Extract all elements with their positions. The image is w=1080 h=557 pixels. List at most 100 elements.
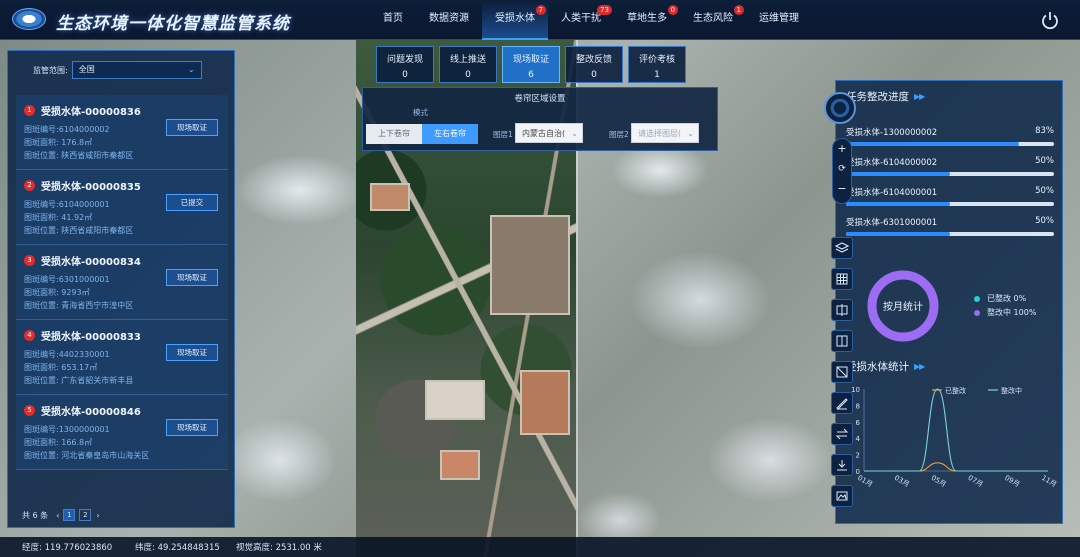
task-card-title: 3 受损水体-00000834 xyxy=(24,253,228,268)
workflow-tabs: 问题发现 0 线上推送 0 现场取证 6 整改反馈 0 评价考核 1 xyxy=(376,46,691,83)
nav-item-data-resources[interactable]: 数据资源 xyxy=(416,0,482,40)
zoom-in-icon[interactable]: + xyxy=(833,139,851,159)
x-tick-label: 01月 xyxy=(856,474,874,489)
task-cards: 1 受损水体-00000836 图斑编号:6104000002 图斑面积: 176… xyxy=(16,95,228,470)
task-card[interactable]: 2 受损水体-00000835 图斑编号:6104000001 图斑面积: 41.… xyxy=(16,170,228,245)
legend-label: 整改中 xyxy=(1001,386,1022,395)
building xyxy=(440,450,480,480)
nav-item-eco-risk[interactable]: 生态风险 1 xyxy=(680,0,746,40)
task-card[interactable]: 5 受损水体-00000846 图斑编号:1300000001 图斑面积: 166… xyxy=(16,395,228,470)
system-logo-icon xyxy=(12,8,46,30)
layer2-select[interactable]: 请选择图层(⌄ xyxy=(631,123,699,143)
task-card-location: 图斑位置: 青海省西宁市湟中区 xyxy=(24,301,134,310)
layer1-label: 图层1 xyxy=(493,130,513,139)
water-stats-line-chart: 024681001月 03月 05月 07月 09月 11月已整改 整改中 xyxy=(851,386,1058,489)
layer1-select[interactable]: 内蒙古自治(⌄ xyxy=(515,123,583,143)
field-evidence-button[interactable]: 现场取证 xyxy=(166,419,218,436)
nav-badge: 7 xyxy=(535,5,546,15)
field-evidence-button[interactable]: 现场取证 xyxy=(166,119,218,136)
tab-discovery[interactable]: 问题发现 0 xyxy=(376,46,434,83)
nav-item-ops[interactable]: 运维管理 xyxy=(746,0,812,40)
latitude-readout: 纬度: 49.254848315 xyxy=(135,543,220,553)
measure-icon[interactable] xyxy=(831,392,853,414)
nav-item-damaged-water[interactable]: 受损水体 7 xyxy=(482,0,548,40)
status-bar: 经度: 119.776023860 纬度: 49.254848315 视觉高度:… xyxy=(0,537,1080,557)
nav-badge: 0 xyxy=(667,5,678,15)
crop-icon[interactable] xyxy=(831,361,853,383)
layers-icon[interactable] xyxy=(831,237,853,259)
download-icon[interactable] xyxy=(831,454,853,476)
power-icon[interactable] xyxy=(1040,10,1060,30)
mode-label: 模式 xyxy=(413,108,428,117)
swipe-settings-title: 卷帘区域设置 xyxy=(514,94,566,104)
legend-rectifying: 整改中 100% xyxy=(974,307,1036,318)
split-view-icon[interactable] xyxy=(831,330,853,352)
chevron-down-icon: ⌄ xyxy=(188,65,195,74)
nav-item-grassland[interactable]: 草地生多 0 xyxy=(614,0,680,40)
swap-icon[interactable] xyxy=(831,423,853,445)
building xyxy=(490,215,570,315)
swipe-horizontal-icon[interactable] xyxy=(831,299,853,321)
x-tick-label: 09月 xyxy=(1003,474,1021,489)
prev-page-icon[interactable]: ‹ xyxy=(56,511,59,520)
pagination: 共 6 条 ‹ 1 2 › xyxy=(22,509,100,521)
task-card-area: 图斑面积: 653.17㎡ xyxy=(24,363,98,372)
building xyxy=(520,370,570,435)
task-card-title: 5 受损水体-00000846 xyxy=(24,403,228,418)
stats-panel: 任务整改进度 ▶▶ 受损水体-1300000002 83% 受损水体-6104000… xyxy=(835,80,1063,524)
compass-icon[interactable] xyxy=(824,92,856,124)
x-tick-label: 05月 xyxy=(930,474,948,489)
progress-section-title: 任务整改进度 ▶▶ xyxy=(846,91,925,103)
task-card-title: 2 受损水体-00000835 xyxy=(24,178,228,193)
page-1[interactable]: 1 xyxy=(63,509,76,521)
y-tick-label: 6 xyxy=(856,419,861,427)
task-card-area: 图斑面积: 166.8㎡ xyxy=(24,438,93,447)
scope-select[interactable]: 全国 ⌄ xyxy=(71,61,202,79)
mode-updown-button[interactable]: 上下卷帘 xyxy=(366,124,422,144)
zoom-control: + ⟳ − xyxy=(832,138,852,204)
grid-icon[interactable] xyxy=(831,268,853,290)
task-card-location: 图斑位置: 河北省秦皇岛市山海关区 xyxy=(24,451,150,460)
nav-item-human-interference[interactable]: 人类干扰 73 xyxy=(548,0,614,40)
building xyxy=(370,183,410,211)
tab-evaluation[interactable]: 评价考核 1 xyxy=(628,46,686,83)
altitude-readout: 视觉高度: 2531.00 米 xyxy=(236,543,322,553)
mode-buttons: 上下卷帘 左右卷帘 xyxy=(366,124,478,144)
top-header: 生态环境一体化智慧监管系统 首页 数据资源 受损水体 7 人类干扰 73 草地生多 0… xyxy=(0,0,1080,40)
x-tick-label: 07月 xyxy=(967,474,985,489)
chevron-down-icon: ⌄ xyxy=(687,129,694,138)
task-card-area: 图斑面积: 9293㎡ xyxy=(24,288,90,297)
mode-leftright-button[interactable]: 左右卷帘 xyxy=(422,124,478,144)
task-card-title: 1 受损水体-00000836 xyxy=(24,103,228,118)
tab-field-evidence[interactable]: 现场取证 6 xyxy=(502,46,560,83)
donut-label: 按月统计 xyxy=(883,302,923,313)
task-card-location: 图斑位置: 陕西省咸阳市秦都区 xyxy=(24,151,134,160)
y-tick-label: 4 xyxy=(856,435,861,443)
task-card[interactable]: 3 受损水体-00000834 图斑编号:6301000001 图斑面积: 929… xyxy=(16,245,228,320)
page-2[interactable]: 2 xyxy=(79,509,92,521)
field-evidence-button[interactable]: 现场取证 xyxy=(166,344,218,361)
nav-badge: 73 xyxy=(597,5,612,15)
progress-item: 受损水体-6301000001 50% xyxy=(846,216,1054,236)
reset-view-icon[interactable]: ⟳ xyxy=(833,159,851,179)
task-card[interactable]: 4 受损水体-00000833 图斑编号:4402330001 图斑面积: 653… xyxy=(16,320,228,395)
submitted-button[interactable]: 已提交 xyxy=(166,194,218,211)
tab-rectify-feedback[interactable]: 整改反馈 0 xyxy=(565,46,623,83)
progress-item: 受损水体-6104000001 50% xyxy=(846,186,1054,206)
chevron-down-icon: ⌄ xyxy=(571,129,578,138)
next-page-icon[interactable]: › xyxy=(96,511,99,520)
longitude-readout: 经度: 119.776023860 xyxy=(22,543,113,553)
nav-badge: 1 xyxy=(733,5,744,15)
task-list-panel: 监管范围: 全国 ⌄ 1 受损水体-00000836 图斑编号:6104000002… xyxy=(7,50,235,528)
tab-online-push[interactable]: 线上推送 0 xyxy=(439,46,497,83)
series-line-rectified xyxy=(864,462,1048,472)
y-tick-label: 8 xyxy=(856,402,860,410)
task-card[interactable]: 1 受损水体-00000836 图斑编号:6104000002 图斑面积: 176… xyxy=(16,95,228,170)
zoom-out-icon[interactable]: − xyxy=(833,179,851,199)
building xyxy=(425,380,485,420)
layer2-label: 图层2 xyxy=(609,130,629,139)
image-icon[interactable] xyxy=(831,485,853,507)
field-evidence-button[interactable]: 现场取证 xyxy=(166,269,218,286)
arrows-icon: ▶▶ xyxy=(914,362,925,371)
nav-item-home[interactable]: 首页 xyxy=(370,0,416,40)
